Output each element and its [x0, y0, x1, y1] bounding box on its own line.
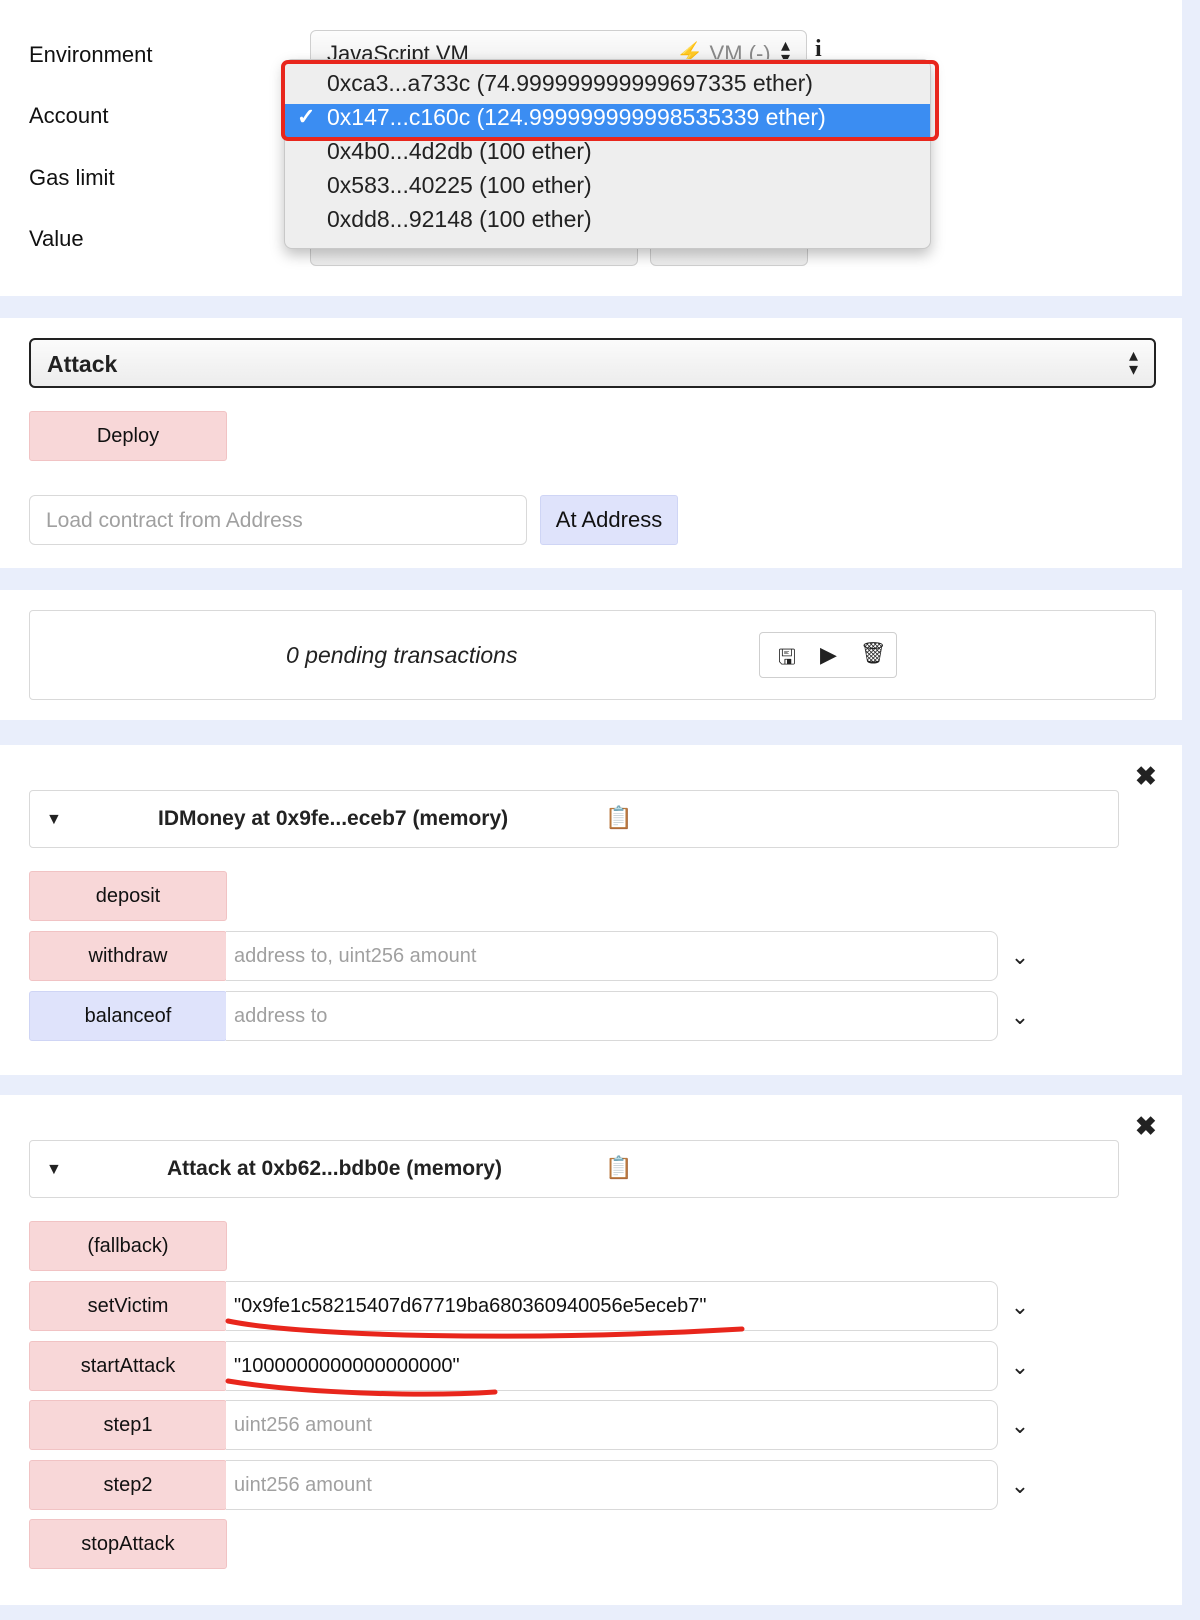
select-arrows-icon: ▴ ▾	[1129, 345, 1139, 379]
account-option[interactable]: 0x583...40225 (100 ether)	[327, 172, 592, 199]
contract-instance-idmoney: ✖ ▼ IDMoney at 0x9fe...eceb7 (memory) 📋 …	[0, 745, 1182, 1075]
settings-panel: Environment Account Gas limit Value Java…	[0, 0, 1182, 296]
function-button-startattack[interactable]: startAttack	[29, 1341, 227, 1391]
caret-down-icon[interactable]: ▼	[46, 1161, 62, 1179]
deploy-panel: Attack ▴ ▾ Deploy Load contract from Addr…	[0, 318, 1182, 568]
chevron-down-icon[interactable]: ⌄	[1007, 1004, 1033, 1030]
transactions-panel: 0 pending transactions 🖫 ▶ 🗑	[0, 590, 1182, 720]
value-label: Value	[29, 226, 84, 251]
address-input-placeholder: Load contract from Address	[46, 509, 303, 532]
transactions-box: 0 pending transactions 🖫 ▶ 🗑	[29, 610, 1156, 700]
transactions-toolbar: 🖫 ▶ 🗑	[759, 632, 897, 678]
annotation-highlight-box	[281, 60, 939, 141]
chevron-down-icon[interactable]: ⌄	[1007, 1413, 1033, 1439]
environment-label: Environment	[29, 42, 153, 67]
balanceof-args-input[interactable]: address to	[226, 991, 998, 1041]
chevron-down-icon[interactable]: ⌄	[1007, 1473, 1033, 1499]
account-label: Account	[29, 103, 109, 128]
contract-instance-attack: ✖ ▼ Attack at 0xb62...bdb0e (memory) 📋 (…	[0, 1095, 1182, 1605]
function-button-withdraw[interactable]: withdraw	[29, 931, 227, 981]
save-icon[interactable]: 🖫	[778, 643, 796, 678]
step2-args-input[interactable]: uint256 amount	[226, 1460, 998, 1510]
pending-transactions-text: 0 pending transactions	[286, 642, 518, 668]
function-button-step2[interactable]: step2	[29, 1460, 227, 1510]
withdraw-args-input[interactable]: address to, uint256 amount	[226, 931, 998, 981]
contract-title: IDMoney at 0x9fe...eceb7 (memory)	[158, 807, 509, 830]
clipboard-icon[interactable]: 📋	[605, 805, 632, 831]
trash-icon[interactable]: 🗑	[860, 642, 887, 666]
contract-header[interactable]: ▼ Attack at 0xb62...bdb0e (memory) 📋	[29, 1140, 1119, 1198]
contract-title: Attack at 0xb62...bdb0e (memory)	[167, 1157, 502, 1180]
chevron-down-icon[interactable]: ⌄	[1007, 1354, 1033, 1380]
account-option[interactable]: 0xdd8...92148 (100 ether)	[327, 206, 592, 233]
setvictim-args-input[interactable]: "0x9fe1c58215407d67719ba680360940056e5ec…	[226, 1281, 998, 1331]
function-button-fallback[interactable]: (fallback)	[29, 1221, 227, 1271]
address-input[interactable]: Load contract from Address	[29, 495, 527, 545]
function-button-deposit[interactable]: deposit	[29, 871, 227, 921]
at-address-button[interactable]: At Address	[540, 495, 678, 545]
chevron-down-icon[interactable]: ⌄	[1007, 1294, 1033, 1320]
deploy-button[interactable]: Deploy	[29, 411, 227, 461]
function-button-setvictim[interactable]: setVictim	[29, 1281, 227, 1331]
close-icon[interactable]: ✖	[1135, 761, 1157, 792]
contract-select[interactable]: Attack ▴ ▾	[29, 338, 1156, 388]
play-icon[interactable]: ▶	[820, 642, 837, 668]
startattack-args-input[interactable]: "1000000000000000000"	[226, 1341, 998, 1391]
contract-select-value: Attack	[47, 351, 118, 377]
caret-down-icon[interactable]: ▼	[46, 811, 62, 829]
contract-header[interactable]: ▼ IDMoney at 0x9fe...eceb7 (memory) 📋	[29, 790, 1119, 848]
close-icon[interactable]: ✖	[1135, 1111, 1157, 1142]
account-option[interactable]: 0x4b0...4d2db (100 ether)	[327, 138, 592, 165]
step1-args-input[interactable]: uint256 amount	[226, 1400, 998, 1450]
function-button-step1[interactable]: step1	[29, 1400, 227, 1450]
function-button-stopattack[interactable]: stopAttack	[29, 1519, 227, 1569]
chevron-down-icon[interactable]: ⌄	[1007, 944, 1033, 970]
gas-limit-label: Gas limit	[29, 165, 115, 190]
function-button-balanceof[interactable]: balanceof	[29, 991, 227, 1041]
clipboard-icon[interactable]: 📋	[605, 1155, 632, 1181]
